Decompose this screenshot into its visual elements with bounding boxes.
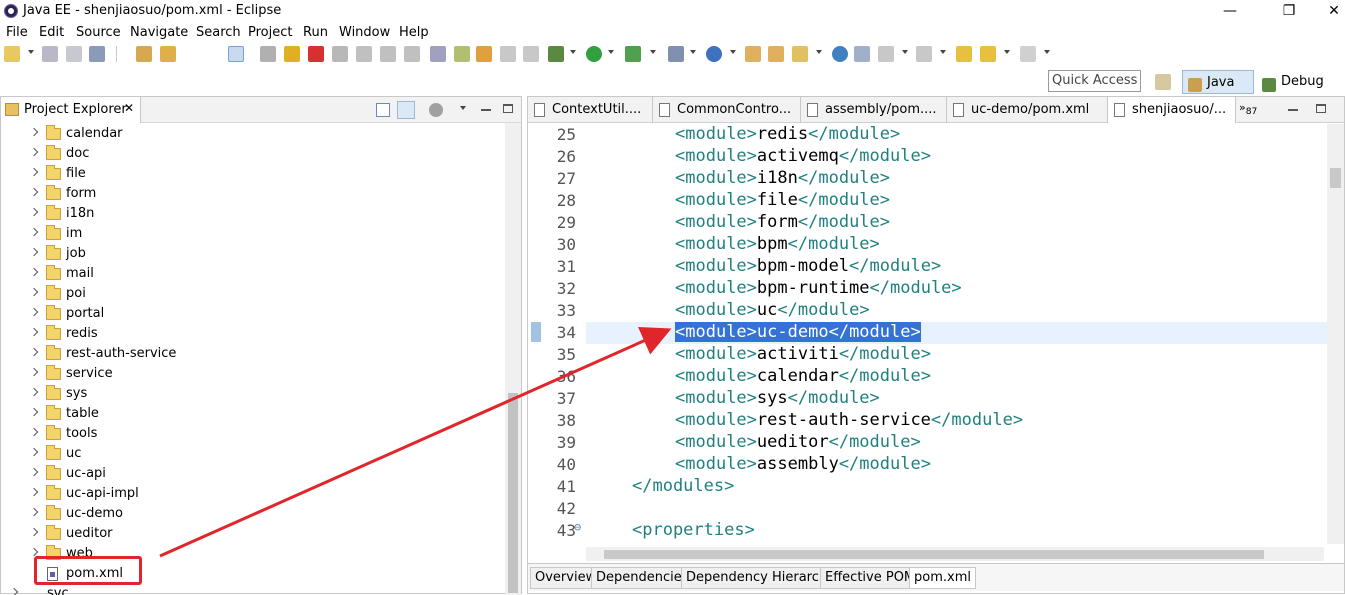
arrow-line	[159, 327, 672, 558]
annotation-arrow	[159, 327, 672, 558]
